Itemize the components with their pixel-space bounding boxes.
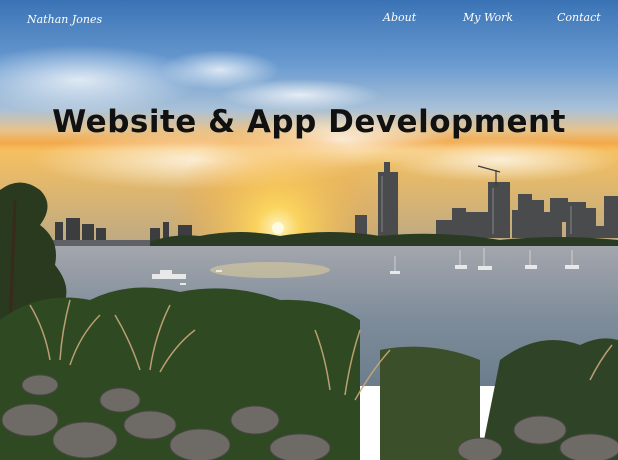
nav-link-my-work[interactable]: My Work [463, 11, 513, 24]
hero-headline: Website & App Development [52, 104, 566, 140]
nav-link-about[interactable]: About [383, 11, 416, 24]
brand-link[interactable]: Nathan Jones [27, 13, 102, 26]
hero-photo [0, 0, 618, 460]
nav-link-contact[interactable]: Contact [557, 11, 601, 24]
hero-background [0, 0, 618, 460]
top-nav: Nathan Jones About My Work Contact [0, 0, 618, 40]
